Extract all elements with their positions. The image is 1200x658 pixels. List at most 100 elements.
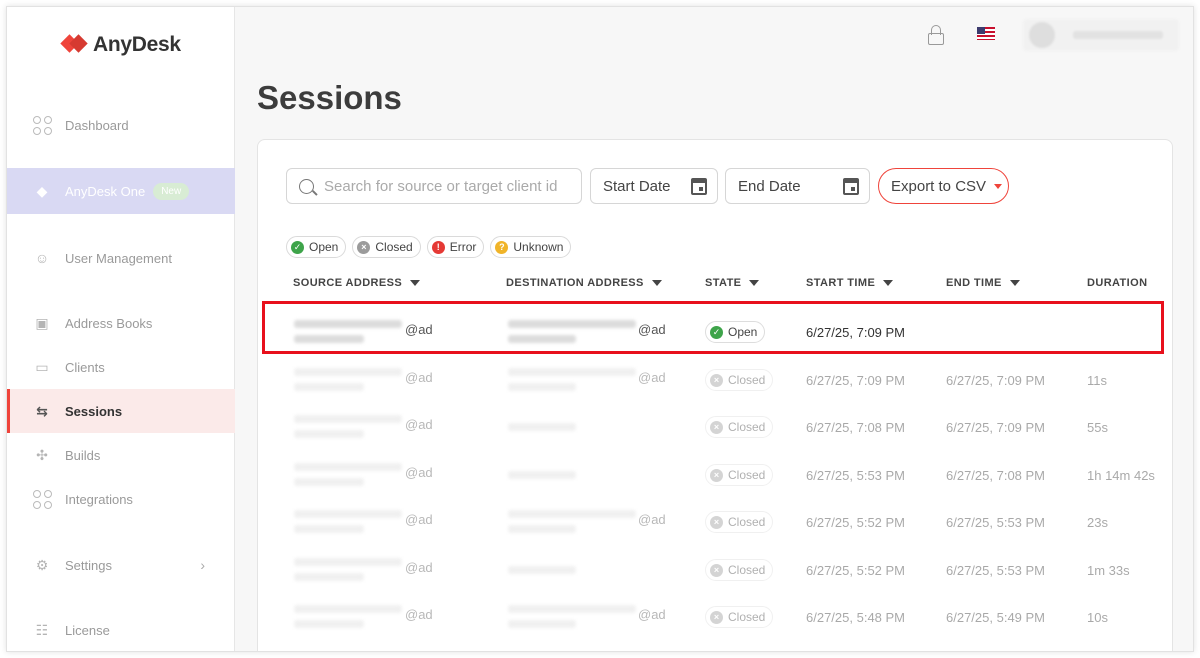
destination-address-blurred bbox=[508, 383, 576, 391]
source-address-blurred bbox=[294, 383, 364, 391]
destination-address-blurred bbox=[508, 566, 576, 574]
table-row[interactable]: @ad @ad × Closed 6/27/25, 5:48 PM 6/27/2… bbox=[258, 591, 1174, 638]
sidebar-item-clients[interactable]: ▭ Clients bbox=[7, 345, 235, 389]
sidebar-item-user-management[interactable]: ☺ User Management bbox=[7, 236, 235, 280]
sidebar-item-settings[interactable]: ⚙ Settings › bbox=[7, 543, 235, 587]
x-circle-icon: × bbox=[710, 420, 723, 434]
state-label: Closed bbox=[728, 468, 766, 482]
sidebar-item-builds[interactable]: ✣ Builds bbox=[7, 433, 235, 477]
lock-icon[interactable] bbox=[927, 25, 945, 45]
filter-unknown[interactable]: ? Unknown bbox=[490, 236, 572, 258]
status-badge: × Closed bbox=[705, 416, 774, 438]
source-address-suffix: @ad bbox=[405, 512, 433, 527]
sidebar-item-anydesk-one[interactable]: ◆ AnyDesk One New bbox=[7, 168, 235, 214]
column-label: END TIME bbox=[946, 277, 1002, 289]
duration: 11s bbox=[1087, 373, 1107, 388]
status-badge: × Closed bbox=[705, 511, 774, 533]
sidebar-item-label: Settings bbox=[65, 557, 112, 573]
x-circle-icon: × bbox=[710, 515, 723, 529]
user-icon: ☺ bbox=[34, 250, 50, 266]
status-badge: × Closed bbox=[705, 464, 774, 486]
source-address-suffix: @ad bbox=[405, 560, 433, 575]
sessions-icon: ⇆ bbox=[36, 402, 48, 419]
column-label: STATE bbox=[705, 277, 742, 289]
filter-label: Open bbox=[309, 240, 339, 254]
source-address-blurred bbox=[294, 620, 364, 628]
sidebar-item-label: Clients bbox=[65, 359, 105, 375]
table-row[interactable]: @ad × Closed 6/27/25, 5:53 PM 6/27/25, 7… bbox=[258, 449, 1174, 496]
source-address-suffix: @ad bbox=[405, 607, 433, 622]
duration: 23s bbox=[1087, 515, 1108, 530]
table-row[interactable]: @ad @ad × Closed 6/27/25, 7:09 PM 6/27/2… bbox=[258, 354, 1174, 401]
sidebar-item-sessions[interactable]: ⇆ Sessions bbox=[7, 389, 235, 433]
filter-label: Error bbox=[449, 240, 477, 254]
end-date-picker[interactable]: End Date bbox=[725, 168, 870, 204]
search-input[interactable] bbox=[324, 177, 574, 195]
column-end-time[interactable]: END TIME bbox=[946, 277, 1020, 289]
end-time: 6/27/25, 7:09 PM bbox=[946, 420, 1046, 435]
sidebar-item-dashboard[interactable]: Dashboard bbox=[7, 103, 235, 147]
sidebar-item-address-books[interactable]: ▣ Address Books bbox=[7, 301, 235, 345]
anydesk-one-icon: ◆ bbox=[36, 182, 48, 199]
destination-address-blurred bbox=[508, 368, 636, 376]
anydesk-logo[interactable]: AnyDesk bbox=[61, 33, 181, 57]
duration: 1h 14m 42s bbox=[1087, 468, 1155, 483]
table-row[interactable]: @ad @ad × Closed 6/27/25, 5:52 PM 6/27/2… bbox=[258, 496, 1174, 543]
search-box[interactable] bbox=[286, 168, 582, 204]
duration: 55s bbox=[1087, 420, 1108, 435]
destination-address-suffix: @ad bbox=[638, 607, 666, 622]
avatar bbox=[1029, 22, 1055, 48]
start-time: 6/27/25, 5:48 PM bbox=[806, 610, 906, 625]
x-circle-icon: × bbox=[710, 468, 723, 482]
start-time: 6/27/25, 7:09 PM bbox=[806, 373, 906, 388]
filter-error[interactable]: ! Error bbox=[426, 236, 485, 258]
column-source-address[interactable]: SOURCE ADDRESS bbox=[293, 277, 421, 289]
x-circle-icon: × bbox=[710, 610, 723, 624]
check-icon: ✓ bbox=[291, 240, 304, 254]
start-date-picker[interactable]: Start Date bbox=[590, 168, 718, 204]
end-time: 6/27/25, 5:53 PM bbox=[946, 563, 1046, 578]
user-menu[interactable] bbox=[1023, 19, 1179, 51]
end-time: 6/27/25, 5:49 PM bbox=[946, 610, 1046, 625]
column-label: DESTINATION ADDRESS bbox=[506, 277, 644, 289]
caret-down-icon bbox=[994, 183, 1003, 189]
source-address-blurred bbox=[294, 368, 402, 376]
destination-address-blurred bbox=[508, 423, 576, 431]
table-row[interactable]: @ad × Closed 6/27/25, 5:52 PM 6/27/25, 5… bbox=[258, 544, 1174, 591]
error-icon: ! bbox=[431, 240, 445, 254]
x-circle-icon: × bbox=[357, 240, 371, 254]
sort-icon bbox=[1009, 280, 1020, 286]
source-address-blurred bbox=[294, 415, 402, 423]
column-state[interactable]: STATE bbox=[705, 277, 760, 289]
source-address-blurred bbox=[294, 605, 402, 613]
user-name-blurred bbox=[1073, 31, 1163, 39]
start-time: 6/27/25, 5:52 PM bbox=[806, 563, 906, 578]
us-flag-icon[interactable] bbox=[977, 27, 995, 40]
sidebar-item-license[interactable]: ☷ License bbox=[7, 608, 235, 651]
sort-icon bbox=[410, 280, 421, 286]
state-filters: ✓ Open × Closed ! Error ? Unknown bbox=[286, 236, 572, 258]
column-label: DURATION bbox=[1087, 277, 1148, 289]
filter-label: Closed bbox=[375, 240, 413, 254]
sidebar-item-integrations[interactable]: Integrations bbox=[7, 477, 235, 521]
column-destination-address[interactable]: DESTINATION ADDRESS bbox=[506, 277, 662, 289]
sidebar-item-label: User Management bbox=[65, 250, 172, 266]
sort-icon bbox=[651, 280, 662, 286]
anydesk-logo-icon bbox=[61, 34, 89, 56]
filter-open[interactable]: ✓ Open bbox=[286, 236, 347, 258]
source-address-suffix: @ad bbox=[405, 417, 433, 432]
export-csv-button[interactable]: Export to CSV bbox=[878, 168, 1009, 204]
column-start-time[interactable]: START TIME bbox=[806, 277, 894, 289]
filter-closed[interactable]: × Closed bbox=[352, 236, 421, 258]
search-icon bbox=[299, 178, 314, 194]
source-address-blurred bbox=[294, 573, 364, 581]
state-label: Closed bbox=[728, 610, 766, 624]
sidebar-item-label: Builds bbox=[65, 447, 101, 463]
state-label: Closed bbox=[728, 420, 766, 434]
table-row[interactable]: @ad × Closed 6/27/25, 7:08 PM 6/27/25, 7… bbox=[258, 401, 1174, 448]
sidebar-item-label: Dashboard bbox=[65, 117, 129, 133]
source-address-suffix: @ad bbox=[405, 465, 433, 480]
status-badge: × Closed bbox=[705, 369, 774, 391]
source-address-blurred bbox=[294, 510, 402, 518]
end-time: 6/27/25, 5:53 PM bbox=[946, 515, 1046, 530]
